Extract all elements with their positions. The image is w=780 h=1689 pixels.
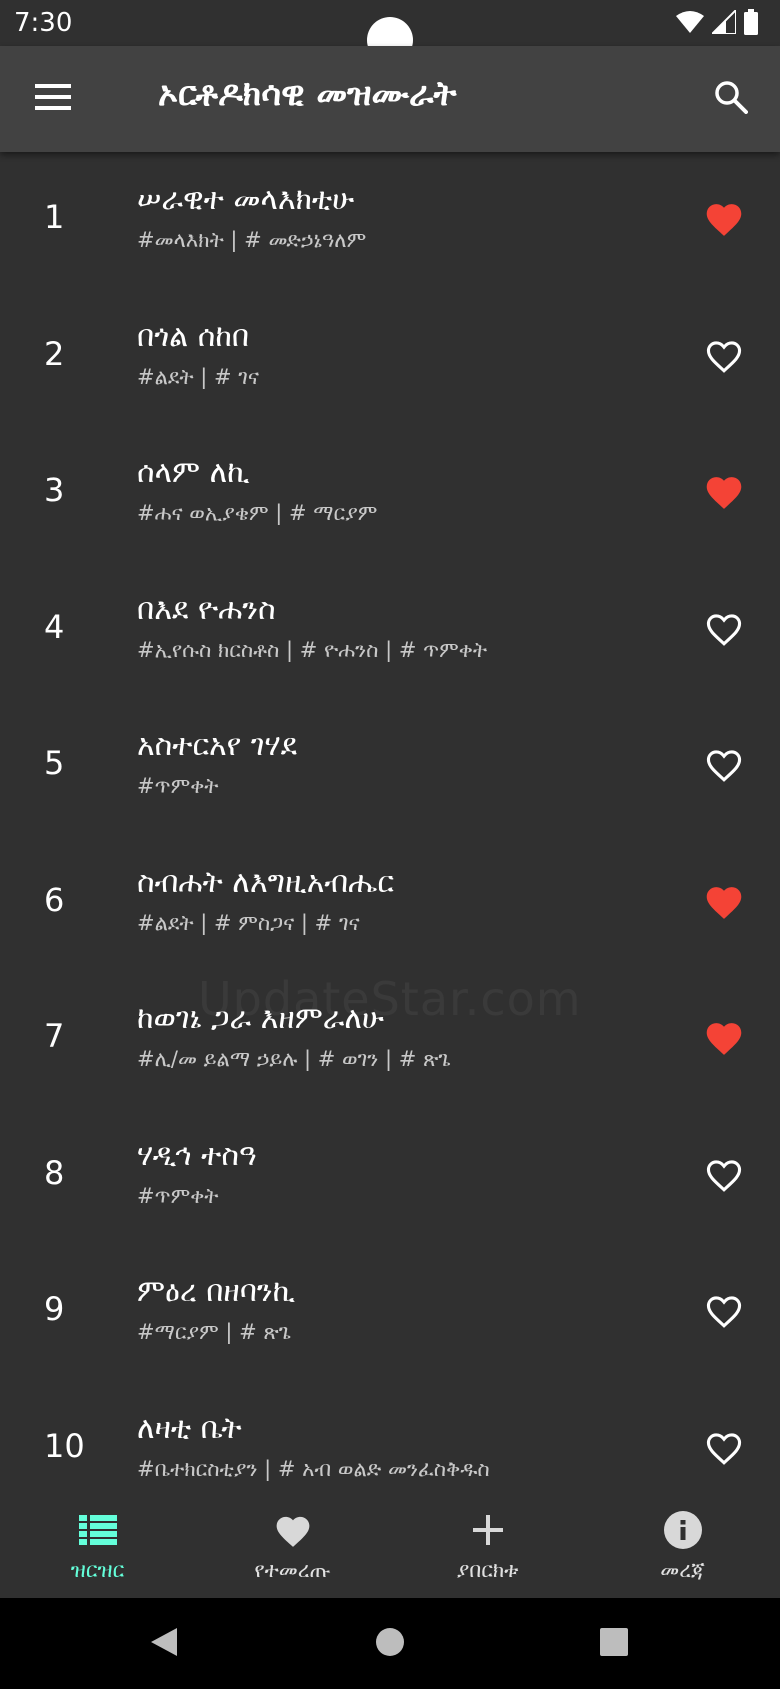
status-time: 7:30 bbox=[14, 8, 73, 38]
nav-item-info[interactable]: መረጃ bbox=[585, 1496, 780, 1598]
back-triangle-icon bbox=[149, 1626, 179, 1662]
plus-icon bbox=[468, 1510, 508, 1550]
song-number: 6 bbox=[44, 881, 65, 919]
song-number: 4 bbox=[44, 608, 65, 646]
status-bar: 7:30 bbox=[0, 0, 780, 63]
nav-item-list[interactable]: ዝርዝር bbox=[0, 1496, 195, 1598]
nav-label-contribute: ያበርክቱ bbox=[456, 1558, 519, 1582]
song-tags: #ልደት | # ምስጋና | # ገና bbox=[137, 911, 360, 935]
song-tags: #ቤተክርስቲያን | # አብ ወልድ መንፈስቅዱስ bbox=[137, 1457, 490, 1481]
song-row[interactable]: 7 ከወገኔ ጋራ እዘምራለሁ #ሊ/መ ይልማ ኃይሉ | # ወገን | # … bbox=[0, 971, 780, 1107]
song-number: 1 bbox=[44, 198, 65, 236]
song-row[interactable]: 10 ለዛቲ ቤት #ቤተክርስቲያን | # አብ ወልድ መንፈስቅዱስ bbox=[0, 1381, 780, 1496]
song-title: ምዕረ በዘባንኪ bbox=[137, 1274, 296, 1309]
song-title: በጎል ሰከበ bbox=[137, 319, 250, 354]
favorite-heart-outline-icon[interactable] bbox=[702, 1288, 746, 1332]
favorite-heart-filled-icon[interactable] bbox=[702, 1015, 746, 1059]
song-row[interactable]: 8 ሃዲኅ ተስዓ #ጥምቀት bbox=[0, 1108, 780, 1244]
heart-icon bbox=[273, 1510, 313, 1550]
song-title: በእደ ዮሐንስ bbox=[137, 592, 276, 627]
nav-label-list: ዝርዝር bbox=[70, 1558, 125, 1582]
favorite-heart-filled-icon[interactable] bbox=[702, 196, 746, 240]
song-row[interactable]: 4 በእደ ዮሐንስ #ኢየሱስ ክርስቶስ | # ዮሐንስ | # ጥምቀት bbox=[0, 562, 780, 698]
info-icon bbox=[663, 1510, 703, 1550]
search-icon bbox=[714, 80, 748, 118]
bottom-navigation: ዝርዝር የተመረጡ ያበርክቱ መረጃ bbox=[0, 1496, 780, 1598]
song-number: 2 bbox=[44, 335, 65, 373]
home-circle-icon bbox=[375, 1627, 405, 1661]
song-tags: #ሐና ወኢያቄም | # ማርያም bbox=[137, 501, 378, 525]
song-tags: #ማርያም | # ጽጌ bbox=[137, 1320, 292, 1344]
wifi-icon bbox=[676, 10, 704, 38]
recents-square-icon bbox=[599, 1627, 629, 1661]
song-row[interactable]: 6 ስብሐት ለእግዚአብሔር #ልደት | # ምስጋና | # ገና bbox=[0, 835, 780, 971]
song-title: ሃዲኅ ተስዓ bbox=[137, 1138, 257, 1173]
hamburger-menu-icon bbox=[35, 84, 71, 114]
song-tags: #ሊ/መ ይልማ ኃይሉ | # ወገን | # ጽጌ bbox=[137, 1047, 451, 1071]
system-navigation-bar bbox=[0, 1598, 780, 1689]
song-number: 8 bbox=[44, 1154, 65, 1192]
battery-icon bbox=[744, 9, 758, 39]
song-number: 3 bbox=[44, 471, 65, 509]
song-number: 7 bbox=[44, 1017, 65, 1055]
song-tags: #መላእክት | # መድኃኔዓለም bbox=[137, 228, 367, 252]
list-icon bbox=[78, 1510, 118, 1550]
recents-button[interactable] bbox=[592, 1622, 636, 1666]
back-button[interactable] bbox=[142, 1622, 186, 1666]
nav-item-contribute[interactable]: ያበርክቱ bbox=[390, 1496, 585, 1598]
song-row[interactable]: 9 ምዕረ በዘባንኪ #ማርያም | # ጽጌ bbox=[0, 1244, 780, 1380]
song-row[interactable]: 3 ሰላም ለኪ #ሐና ወኢያቄም | # ማርያም bbox=[0, 425, 780, 561]
favorite-heart-filled-icon[interactable] bbox=[702, 469, 746, 513]
song-row[interactable]: 5 አስተርአየ ገሃደ #ጥምቀት bbox=[0, 698, 780, 834]
song-number: 10 bbox=[44, 1427, 85, 1465]
app-bar: ኦርቶዶክሳዊ መዝሙራት bbox=[0, 46, 780, 152]
song-number: 9 bbox=[44, 1290, 65, 1328]
song-tags: #ጥምቀት bbox=[137, 1184, 219, 1208]
nav-label-info: መረጃ bbox=[660, 1558, 705, 1582]
app-screen: 7:30 ኦርቶዶክሳዊ መዝሙራት UpdateStar.com 1 ሠራዊተ… bbox=[0, 0, 780, 1689]
song-tags: #ኢየሱስ ክርስቶስ | # ዮሐንስ | # ጥምቀት bbox=[137, 638, 488, 662]
song-list[interactable]: UpdateStar.com 1 ሠራዊተ መላእክቲሁ #መላእክት | # መድ… bbox=[0, 152, 780, 1496]
song-title: ሰላም ለኪ bbox=[137, 455, 250, 490]
search-button[interactable] bbox=[708, 76, 754, 122]
favorite-heart-outline-icon[interactable] bbox=[702, 333, 746, 377]
song-title: ስብሐት ለእግዚአብሔር bbox=[137, 865, 394, 900]
song-number: 5 bbox=[44, 744, 65, 782]
song-row[interactable]: 2 በጎል ሰከበ #ልደት | # ገና bbox=[0, 289, 780, 425]
song-tags: #ልደት | # ገና bbox=[137, 365, 259, 389]
favorite-heart-outline-icon[interactable] bbox=[702, 1152, 746, 1196]
favorite-heart-filled-icon[interactable] bbox=[702, 879, 746, 923]
nav-item-favorites[interactable]: የተመረጡ bbox=[195, 1496, 390, 1598]
song-title: ከወገኔ ጋራ እዘምራለሁ bbox=[137, 1001, 385, 1036]
cell-signal-icon bbox=[709, 7, 737, 38]
status-icons bbox=[676, 7, 758, 39]
song-tags: #ጥምቀት bbox=[137, 774, 219, 798]
song-title: አስተርአየ ገሃደ bbox=[137, 728, 297, 763]
song-row[interactable]: 1 ሠራዊተ መላእክቲሁ #መላእክት | # መድኃኔዓለም bbox=[0, 152, 780, 288]
song-title: ሠራዊተ መላእክቲሁ bbox=[137, 182, 355, 217]
app-title: ኦርቶዶክሳዊ መዝሙራት bbox=[158, 74, 457, 114]
favorite-heart-outline-icon[interactable] bbox=[702, 606, 746, 650]
favorite-heart-outline-icon[interactable] bbox=[702, 742, 746, 786]
song-title: ለዛቲ ቤት bbox=[137, 1411, 242, 1446]
menu-button[interactable] bbox=[30, 76, 76, 122]
favorite-heart-outline-icon[interactable] bbox=[702, 1425, 746, 1469]
home-button[interactable] bbox=[368, 1622, 412, 1666]
nav-label-favorites: የተመረጡ bbox=[254, 1558, 331, 1582]
